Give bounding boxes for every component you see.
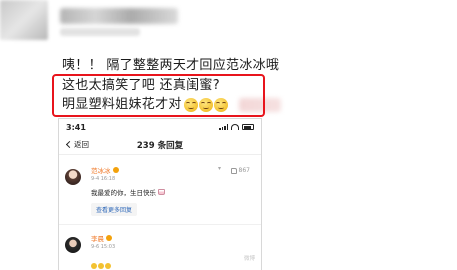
status-bar: 3:41 [59,119,261,135]
comment-user[interactable]: 范冰冰 [91,165,165,175]
nav-bar: 返回 239 条回复 [59,135,261,155]
cake-icon [158,189,165,195]
more-icon[interactable]: ▾ [218,165,221,172]
comment-time: 9-6 15:03 [91,244,116,250]
comment-time: 9-4 16:18 [91,176,116,182]
post-meta-blurred [60,28,140,36]
verified-badge-icon [112,167,119,173]
comment-emoji-row [91,254,115,270]
comment-user-name: 范冰冰 [91,167,111,175]
comment-content: 李晨 9-6 15:03 [91,233,115,270]
like-button[interactable]: 867 [230,167,250,174]
status-time: 3:41 [66,122,86,132]
nav-title: 239 条回复 [136,140,184,151]
battery-icon [242,124,254,130]
verified-badge-icon [106,235,112,241]
comment-user[interactable]: 李晨 [91,233,115,243]
avatar[interactable] [65,237,81,253]
emoji-icon [91,263,97,269]
watermark: 微博 [243,256,255,262]
comment-text: 我最爱的你，生日快乐 [91,189,156,197]
comment-user-name: 李晨 [91,235,104,243]
highlight-box [52,74,265,117]
status-icons [219,124,254,130]
poster-avatar[interactable] [0,0,48,40]
wifi-icon [231,124,239,130]
view-replies-link[interactable]: 查看更多回复 [91,203,138,216]
thumbs-up-icon [230,167,237,174]
comment-body: 我最爱的你，生日快乐 [91,187,165,197]
post-line-1: 咦！！ 隔了整整两天才回应范冰冰哦 [62,58,280,73]
embedded-screenshot: 3:41 返回 239 条回复 范冰冰 9-4 16:18 我最爱的你，生日快乐… [58,118,262,270]
comment-item: 李晨 9-6 15:03 [59,224,261,269]
comment-content: 范冰冰 9-4 16:18 我最爱的你，生日快乐 查看更多回复 [91,165,165,216]
emoji-icon [105,263,111,269]
emoji-icon [98,263,104,269]
signal-icon [219,124,228,130]
like-count: 867 [238,167,250,174]
avatar[interactable] [65,169,81,185]
poster-name-blurred[interactable] [60,8,178,24]
